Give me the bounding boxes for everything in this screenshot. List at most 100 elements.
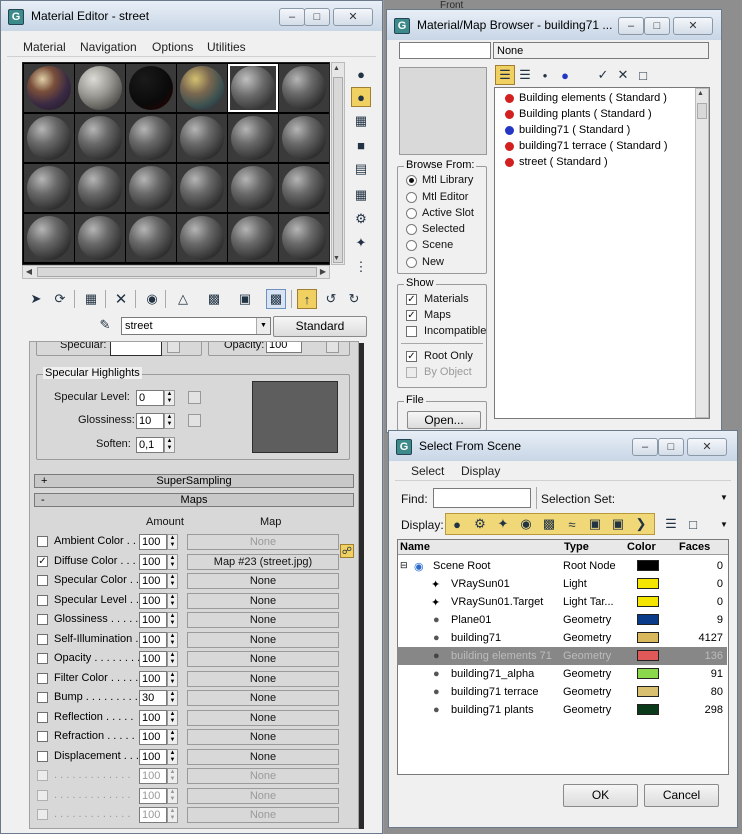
display-all-icon[interactable]: ☰ [661,514,681,534]
specular-level-spinner[interactable]: 0 ▲ ▼ [136,390,175,406]
column-name[interactable]: Name [400,541,430,553]
map-enable-checkbox[interactable] [37,692,48,703]
sample-slot[interactable] [228,164,278,212]
table-row[interactable]: ⊟ ◉ Scene Root Root Node 0 [397,557,727,575]
material-list-item[interactable]: building71 ( Standard ) [505,124,630,136]
display-dropdown-icon[interactable]: ▼ [720,520,728,529]
get-material-icon[interactable]: ➤ [26,289,46,309]
display-groups-icon[interactable]: ▣ [585,514,605,534]
table-row[interactable]: ✦ VRaySun01.Target Light Tar... 0 [397,593,727,611]
close-button[interactable]: ✕ [333,8,373,26]
map-amount-spinner[interactable]: 100 ▲ ▼ [139,729,178,745]
map-amount-spinner[interactable]: 100 ▲ ▼ [139,807,178,823]
column-color[interactable]: Color [627,541,656,553]
map-slot-button[interactable]: None [187,729,339,745]
parameters-scrollbar[interactable] [359,343,364,829]
material-list-item[interactable]: building71 terrace ( Standard ) [505,140,668,152]
map-amount-spinner[interactable]: 30 ▲ ▼ [139,690,178,706]
browser-list-scrollbar[interactable]: ▲ [695,88,709,418]
map-enable-checkbox[interactable] [37,575,48,586]
delete-from-library-icon[interactable]: ✕ [613,65,633,85]
map-slot-button[interactable]: None [187,534,339,550]
radio-scene[interactable] [406,240,417,251]
lock-icon[interactable]: ☍ [340,544,354,558]
material-editor-titlebar[interactable]: G Material Editor - street – □ ✕ [1,1,382,31]
column-type[interactable]: Type [564,541,589,553]
minimize-button[interactable]: – [618,17,644,35]
map-slot-button[interactable]: None [187,710,339,726]
show-end-result-icon[interactable]: ▩ [266,289,286,309]
supersampling-rollout[interactable]: + SuperSampling [34,474,354,488]
map-enable-checkbox[interactable] [37,712,48,723]
assign-to-selection-icon[interactable]: ▦ [81,289,101,309]
map-amount-spinner[interactable]: 100 ▲ ▼ [139,573,178,589]
radio-new[interactable] [406,257,417,268]
map-slot-button[interactable]: None [187,690,339,706]
map-slot-button[interactable]: None [187,671,339,687]
sample-slot[interactable] [126,214,176,262]
opacity-spinner[interactable]: 100 [266,342,302,353]
material-list-item[interactable]: Building elements ( Standard ) [505,92,667,104]
collapse-tree-icon[interactable]: ⊟ [400,560,408,571]
sample-slot[interactable] [24,64,74,112]
material-type-button[interactable]: Standard [273,316,367,337]
view-large-icons-icon[interactable]: ● [555,65,575,85]
sample-slot[interactable] [228,114,278,162]
cancel-button[interactable]: Cancel [644,784,719,807]
pick-material-icon[interactable]: ↻ [344,289,364,309]
show-map-in-viewport-icon[interactable]: ▣ [235,289,255,309]
specular-level-map-button[interactable] [188,391,201,404]
clear-library-icon[interactable]: □ [633,65,653,85]
sample-slot[interactable] [75,64,125,112]
make-unique-icon[interactable]: ◉ [142,289,162,309]
map-enable-checkbox[interactable] [37,770,48,781]
map-amount-spinner[interactable]: 100 ▲ ▼ [139,768,178,784]
table-row[interactable]: ● building71 terrace Geometry 80 [397,683,727,701]
material-list-item[interactable]: Building plants ( Standard ) [505,108,652,120]
show-incompatible-checkbox[interactable] [406,326,417,337]
options-icon[interactable]: ⚙ [351,209,371,229]
close-button[interactable]: ✕ [687,438,727,456]
go-to-parent-icon[interactable]: ↑ [297,289,317,309]
display-xrefs-icon[interactable]: ▣ [608,514,628,534]
sample-uv-tiling-icon[interactable]: ■ [351,135,371,155]
display-bones-icon[interactable]: ❯ [631,514,651,534]
background-checker-icon[interactable]: ▦ [351,111,371,131]
display-geometry-icon[interactable]: ● [447,514,467,534]
map-enable-checkbox[interactable] [37,809,48,820]
minimize-button[interactable]: – [632,438,658,456]
slots-vscrollbar[interactable]: ▲ ▼ [331,62,345,265]
menu-navigation[interactable]: Navigation [80,40,137,54]
map-amount-spinner[interactable]: 100 ▲ ▼ [139,671,178,687]
display-helpers-icon[interactable]: ▩ [539,514,559,534]
map-enable-checkbox[interactable] [37,731,48,742]
map-enable-checkbox[interactable] [37,634,48,645]
radio-selected[interactable] [406,224,417,235]
sample-slot[interactable] [279,214,329,262]
opacity-map-button[interactable] [326,342,339,353]
map-slot-button[interactable]: None [187,788,339,804]
map-enable-checkbox[interactable] [37,536,48,547]
make-preview-icon[interactable]: ▦ [351,185,371,205]
update-scene-materials-icon[interactable]: ✓ [593,65,613,85]
table-row[interactable]: ✦ VRaySun01 Light 0 [397,575,727,593]
sample-type-icon[interactable]: ● [351,64,371,84]
maximize-button[interactable]: □ [658,438,684,456]
map-enable-checkbox[interactable]: ✓ [37,556,48,567]
menu-select[interactable]: Select [411,464,444,478]
map-amount-spinner[interactable]: 100 ▲ ▼ [139,632,178,648]
map-enable-checkbox[interactable] [37,595,48,606]
table-row[interactable]: ● building71_alpha Geometry 91 [397,665,727,683]
menu-display[interactable]: Display [461,464,500,478]
sample-slot[interactable] [177,164,227,212]
close-button[interactable]: ✕ [673,17,713,35]
map-amount-spinner[interactable]: 100 ▲ ▼ [139,593,178,609]
material-effects-channel-icon[interactable]: ▩ [204,289,224,309]
radio-mtl-editor[interactable] [406,192,417,203]
backlight-icon[interactable]: ● [351,87,371,107]
map-slot-button[interactable]: None [187,749,339,765]
display-lights-icon[interactable]: ✦ [493,514,513,534]
maximize-button[interactable]: □ [644,17,670,35]
by-object-checkbox[interactable] [406,367,417,378]
glossiness-spinner[interactable]: 10 ▲ ▼ [136,413,175,429]
